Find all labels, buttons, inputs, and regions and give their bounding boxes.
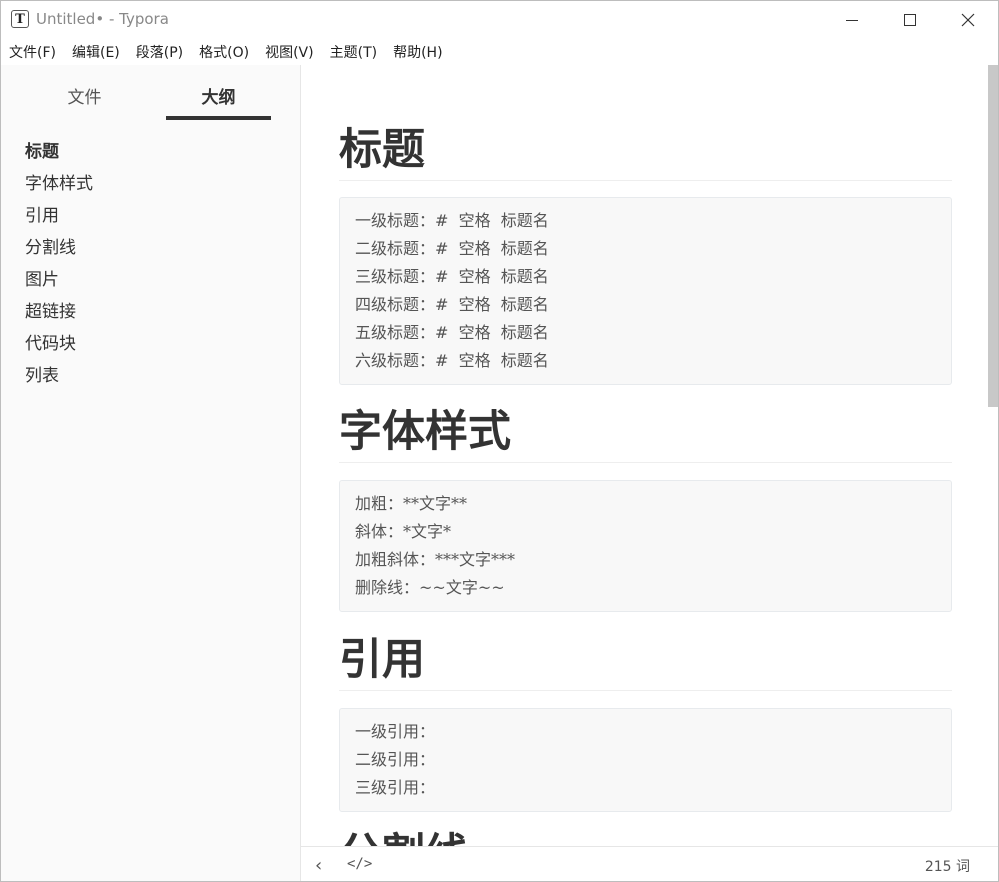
word-count[interactable]: 215 词 <box>925 856 970 876</box>
outline-item-image[interactable]: 图片 <box>25 268 93 300</box>
code-line: 六级标题：# 空格 标题名 <box>355 351 549 370</box>
code-line: 一级标题：# 空格 标题名 <box>355 211 549 230</box>
heading-title[interactable]: 标题 <box>339 122 952 181</box>
tab-outline[interactable]: 大纲 <box>166 83 271 108</box>
heading-font-style[interactable]: 字体样式 <box>339 404 952 463</box>
menu-theme[interactable]: 主题(T) <box>330 42 377 62</box>
menu-help[interactable]: 帮助(H) <box>393 42 442 62</box>
status-bar: ‹ </> 215 词 <box>301 846 998 881</box>
close-button[interactable] <box>939 1 997 39</box>
code-line: 三级标题：# 空格 标题名 <box>355 267 549 286</box>
active-tab-indicator <box>166 116 271 120</box>
code-line: 加粗：**文字** <box>355 494 468 513</box>
codeblock-font-style[interactable]: 加粗：**文字** 斜体：*文字* 加粗斜体：***文字*** 删除线：~~文字… <box>339 480 952 612</box>
code-line: 删除线：~~文字~~ <box>355 578 505 597</box>
codeblock-headings[interactable]: 一级标题：# 空格 标题名 二级标题：# 空格 标题名 三级标题：# 空格 标题… <box>339 197 952 385</box>
minimize-icon <box>846 19 858 21</box>
outline-item-divider[interactable]: 分割线 <box>25 236 93 268</box>
title-bar: T Untitled• - Typora <box>1 1 998 39</box>
menu-edit[interactable]: 编辑(E) <box>72 42 120 62</box>
outline-item-font-style[interactable]: 字体样式 <box>25 172 93 204</box>
scrollbar-thumb[interactable] <box>988 65 998 407</box>
code-line: 四级标题：# 空格 标题名 <box>355 295 549 314</box>
codeblock-quote[interactable]: 一级引用： 二级引用： 三级引用： <box>339 708 952 812</box>
menu-file[interactable]: 文件(F) <box>9 42 56 62</box>
maximize-button[interactable] <box>881 1 939 39</box>
outline-list: 标题 字体样式 引用 分割线 图片 超链接 代码块 列表 <box>25 140 93 396</box>
code-line: 一级引用： <box>355 722 436 741</box>
source-code-icon[interactable]: </> <box>347 856 372 872</box>
sidebar: 文件 大纲 标题 字体样式 引用 分割线 图片 超链接 代码块 列表 <box>1 65 301 881</box>
outline-item-heading[interactable]: 标题 <box>25 140 93 172</box>
menu-view[interactable]: 视图(V) <box>265 42 314 62</box>
code-line: 二级引用： <box>355 750 436 769</box>
maximize-icon <box>904 14 916 26</box>
code-line: 加粗斜体：***文字*** <box>355 550 516 569</box>
minimize-button[interactable] <box>823 1 881 39</box>
typora-window: T Untitled• - Typora 文件(F) 编辑(E) 段落(P) 格… <box>0 0 999 882</box>
heading-divider[interactable]: 分割线 <box>339 827 952 846</box>
chevron-left-icon[interactable]: ‹ <box>315 855 322 876</box>
code-line: 二级标题：# 空格 标题名 <box>355 239 549 258</box>
heading-quote[interactable]: 引用 <box>339 632 952 691</box>
typora-app-icon: T <box>11 10 29 28</box>
outline-item-list[interactable]: 列表 <box>25 364 93 396</box>
outline-item-quote[interactable]: 引用 <box>25 204 93 236</box>
editor-area[interactable]: 标题 一级标题：# 空格 标题名 二级标题：# 空格 标题名 三级标题：# 空格… <box>301 65 988 846</box>
code-line: 斜体：*文字* <box>355 522 452 541</box>
menu-format[interactable]: 格式(O) <box>199 42 249 62</box>
menu-bar: 文件(F) 编辑(E) 段落(P) 格式(O) 视图(V) 主题(T) 帮助(H… <box>1 39 998 65</box>
code-line: 五级标题：# 空格 标题名 <box>355 323 549 342</box>
window-title: Untitled• - Typora <box>36 10 169 28</box>
vertical-scrollbar[interactable] <box>988 65 998 846</box>
menu-paragraph[interactable]: 段落(P) <box>136 42 183 62</box>
close-icon <box>961 13 975 27</box>
outline-item-link[interactable]: 超链接 <box>25 300 93 332</box>
outline-item-codeblock[interactable]: 代码块 <box>25 332 93 364</box>
tab-files[interactable]: 文件 <box>32 83 137 108</box>
code-line: 三级引用： <box>355 778 436 797</box>
